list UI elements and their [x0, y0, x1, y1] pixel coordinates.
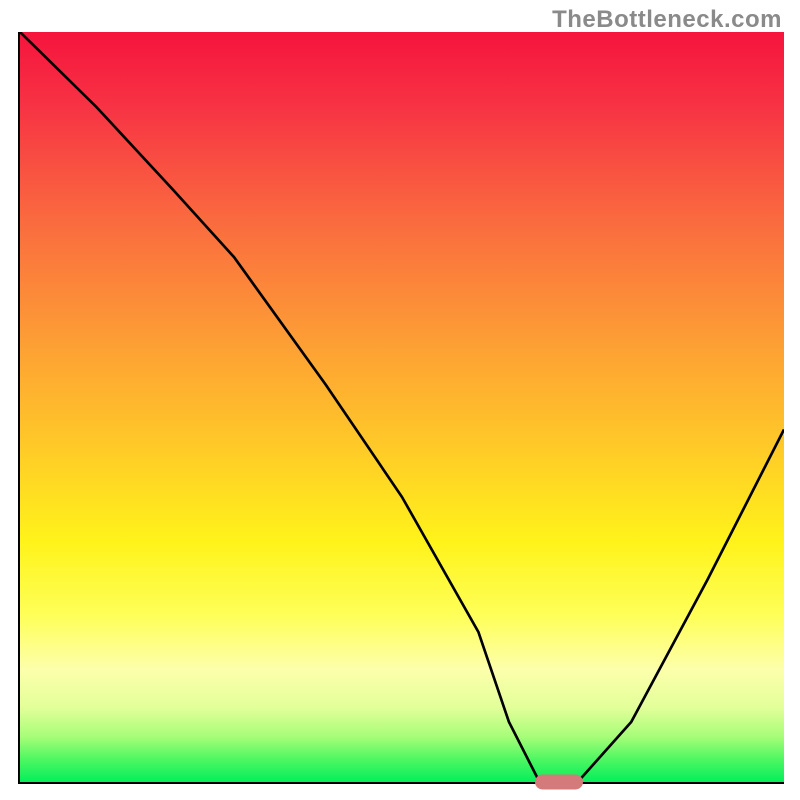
watermark-text: TheBottleneck.com [552, 6, 782, 34]
optimal-point-marker [535, 775, 583, 790]
plot-area [18, 32, 784, 784]
curve-line [20, 32, 784, 782]
chart-container: TheBottleneck.com [0, 0, 800, 800]
